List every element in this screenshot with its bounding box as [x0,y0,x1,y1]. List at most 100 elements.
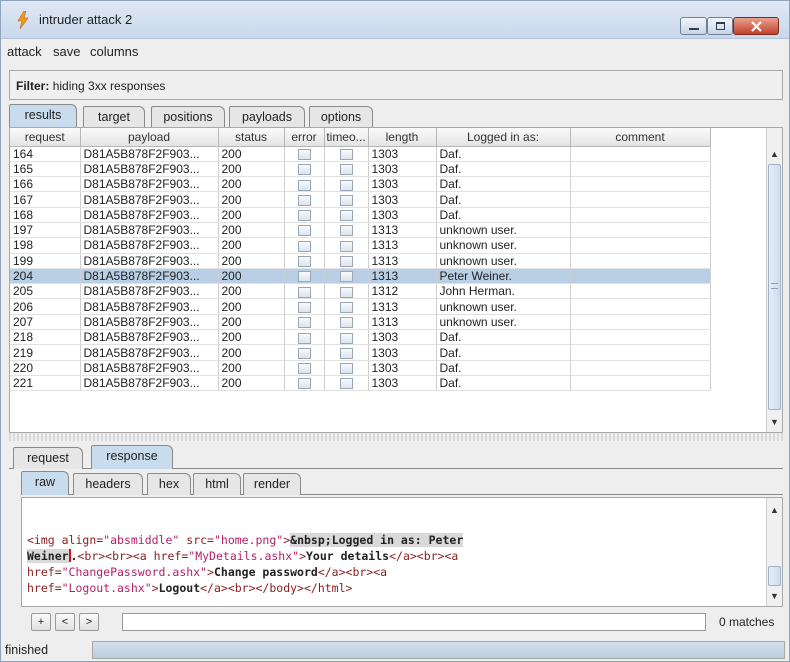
error-checkbox[interactable] [284,329,325,346]
checkbox-icon[interactable] [339,240,353,252]
timeout-checkbox[interactable] [324,375,369,392]
response-scroll-down-icon[interactable]: ▼ [767,588,782,604]
scroll-down-icon[interactable]: ▼ [767,414,782,430]
column-header-comment[interactable]: comment [570,128,711,147]
column-header-timeout[interactable]: timeo... [324,128,369,147]
table-row[interactable]: 204 D81A5B878F2F903... 200 1313 Peter Weiner… [10,268,711,285]
table-row[interactable]: 168 D81A5B878F2F903... 200 1303 Daf. [10,207,711,223]
checkbox-icon[interactable] [339,271,353,283]
timeout-checkbox[interactable] [324,176,369,193]
response-viewer[interactable]: <img align="absmiddle" src="home.png" > &n… [21,497,783,607]
timeout-checkbox[interactable] [324,268,369,285]
tab-raw[interactable]: raw [21,471,69,495]
table-row[interactable]: 220 D81A5B878F2F903... 200 1303 Daf. [10,360,711,376]
table-row[interactable]: 218 D81A5B878F2F903... 200 1303 Daf. [10,329,711,346]
results-scrollbar[interactable]: ▲ ▼ [766,128,782,432]
tab-headers[interactable]: headers [73,473,143,495]
timeout-checkbox[interactable] [324,191,369,208]
menu-columns[interactable]: columns [90,44,138,59]
checkbox-icon[interactable] [297,240,311,252]
timeout-checkbox[interactable] [324,298,369,315]
title-bar[interactable]: intruder attack 2 [1,1,789,39]
error-checkbox[interactable] [284,360,325,376]
checkbox-icon[interactable] [339,347,353,359]
response-scrollbar[interactable]: ▲ ▼ [766,498,782,606]
checkbox-icon[interactable] [339,179,353,191]
tab-payloads[interactable]: payloads [229,106,305,128]
tab-request[interactable]: request [13,447,83,469]
error-checkbox[interactable] [284,314,325,331]
table-row[interactable]: 199 D81A5B878F2F903... 200 1313 unknown user… [10,253,711,269]
timeout-checkbox[interactable] [324,253,369,269]
checkbox-icon[interactable] [297,347,311,359]
error-checkbox[interactable] [284,283,325,300]
checkbox-icon[interactable] [339,194,353,206]
scroll-up-icon[interactable]: ▲ [767,146,782,162]
table-row[interactable]: 165 D81A5B878F2F903... 200 1303 Daf. [10,161,711,178]
checkbox-icon[interactable] [339,225,353,237]
timeout-checkbox[interactable] [324,283,369,300]
error-checkbox[interactable] [284,191,325,208]
error-checkbox[interactable] [284,222,325,239]
table-row[interactable]: 198 D81A5B878F2F903... 200 1313 unknown user… [10,237,711,254]
error-checkbox[interactable] [284,253,325,269]
error-checkbox[interactable] [284,344,325,361]
checkbox-icon[interactable] [339,210,353,222]
checkbox-icon[interactable] [339,164,353,176]
tab-positions[interactable]: positions [151,106,225,128]
search-input[interactable] [122,613,706,631]
checkbox-icon[interactable] [297,317,311,329]
error-checkbox[interactable] [284,146,325,162]
error-checkbox[interactable] [284,207,325,223]
checkbox-icon[interactable] [297,301,311,313]
previous-button[interactable]: < [55,613,75,631]
timeout-checkbox[interactable] [324,207,369,223]
response-scroll-thumb[interactable] [768,566,781,586]
checkbox-icon[interactable] [339,286,353,298]
pane-splitter[interactable] [9,433,783,441]
error-checkbox[interactable] [284,268,325,285]
table-row[interactable]: 164 D81A5B878F2F903... 200 1303 Daf. [10,146,711,162]
checkbox-icon[interactable] [297,194,311,206]
checkbox-icon[interactable] [297,363,311,375]
checkbox-icon[interactable] [297,286,311,298]
tab-options[interactable]: options [309,106,373,128]
column-header-length[interactable]: length [368,128,437,147]
close-button[interactable] [733,17,779,35]
add-button[interactable]: + [31,613,51,631]
response-body[interactable]: <img align="absmiddle" src="home.png" > &n… [27,532,464,596]
error-checkbox[interactable] [284,161,325,178]
checkbox-icon[interactable] [297,210,311,222]
timeout-checkbox[interactable] [324,314,369,331]
column-header-status[interactable]: status [218,128,285,147]
error-checkbox[interactable] [284,176,325,193]
minimize-button[interactable] [680,17,707,35]
error-checkbox[interactable] [284,237,325,254]
tab-response[interactable]: response [91,445,173,469]
timeout-checkbox[interactable] [324,222,369,239]
timeout-checkbox[interactable] [324,360,369,376]
checkbox-icon[interactable] [339,317,353,329]
checkbox-icon[interactable] [339,148,353,160]
table-row[interactable]: 206 D81A5B878F2F903... 200 1313 unknown user… [10,298,711,315]
column-header-request[interactable]: request [10,128,81,147]
column-header-error[interactable]: error [284,128,325,147]
menu-save[interactable]: save [53,44,80,59]
table-row[interactable]: 207 D81A5B878F2F903... 200 1313 unknown user… [10,314,711,331]
table-row[interactable]: 205 D81A5B878F2F903... 200 1312 John Herman. [10,283,711,300]
table-row[interactable]: 166 D81A5B878F2F903... 200 1303 Daf. [10,176,711,193]
menu-attack[interactable]: attack [7,44,42,59]
checkbox-icon[interactable] [339,363,353,375]
scroll-thumb[interactable] [768,164,781,410]
column-header-payload[interactable]: payload [80,128,219,147]
maximize-button[interactable] [707,17,733,35]
checkbox-icon[interactable] [339,378,353,390]
checkbox-icon[interactable] [297,332,311,344]
table-row[interactable]: 167 D81A5B878F2F903... 200 1303 Daf. [10,191,711,208]
checkbox-icon[interactable] [297,148,311,160]
column-header-logged-in-as[interactable]: Logged in as: [436,128,571,147]
table-row[interactable]: 197 D81A5B878F2F903... 200 1313 unknown user… [10,222,711,239]
checkbox-icon[interactable] [339,256,353,268]
response-scroll-up-icon[interactable]: ▲ [767,502,782,518]
table-row[interactable]: 219 D81A5B878F2F903... 200 1303 Daf. [10,344,711,361]
